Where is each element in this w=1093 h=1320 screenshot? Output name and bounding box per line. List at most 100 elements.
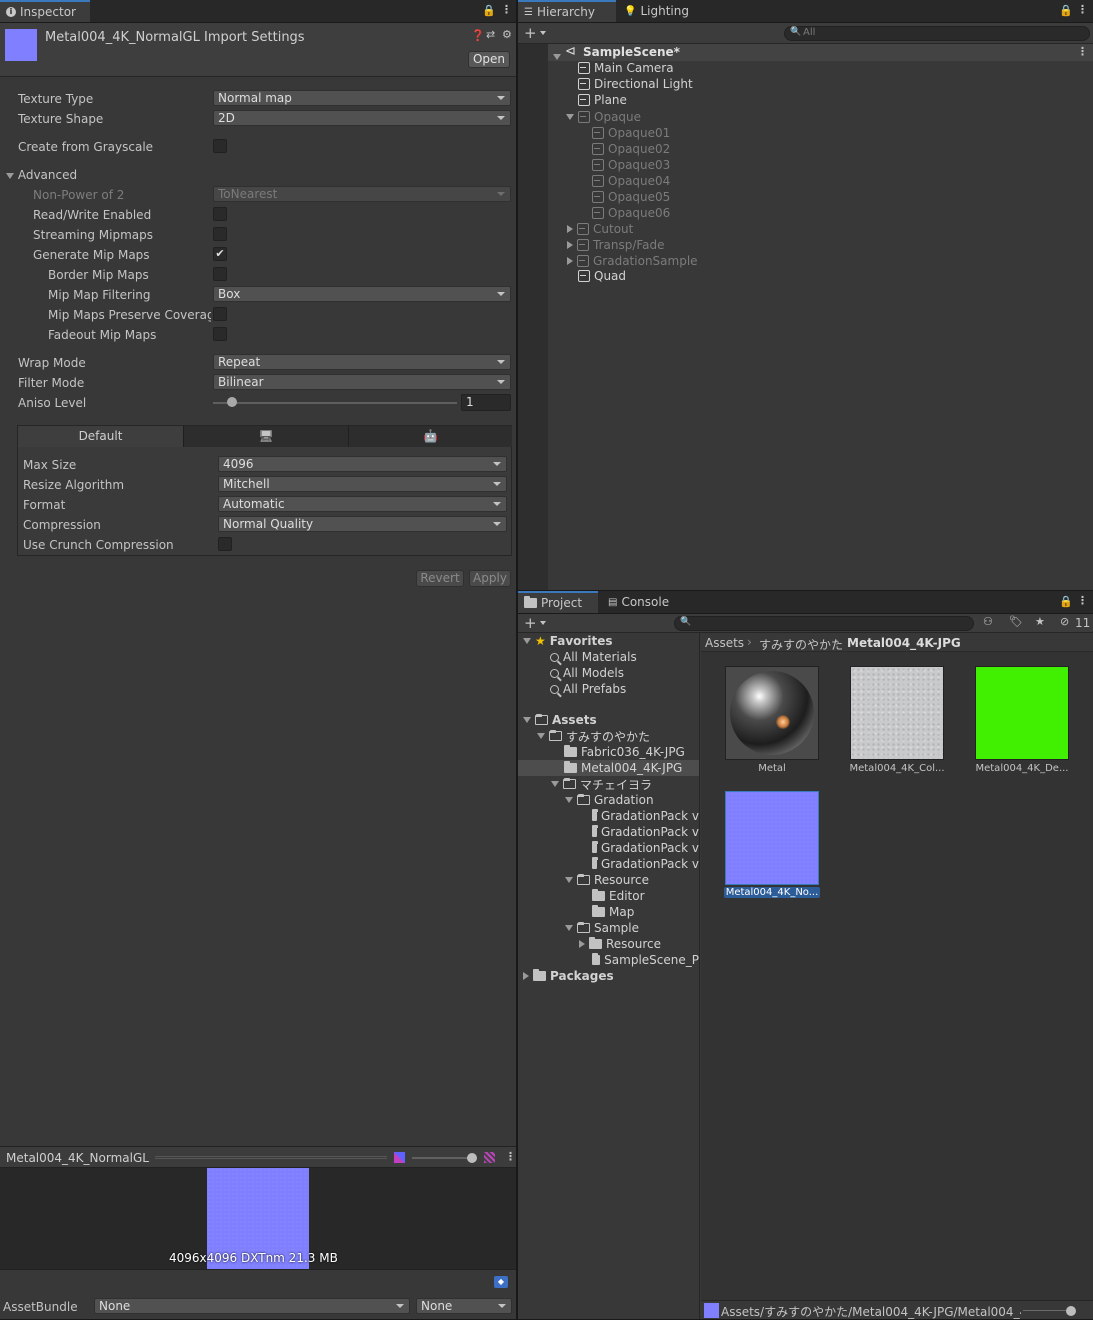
settings-gear-icon[interactable]: ⚙ [502,28,512,41]
rgb-channel-icon[interactable] [394,1152,405,1163]
help-icon[interactable]: ❓ [471,29,485,42]
mip-slider-thumb[interactable] [467,1153,477,1163]
thumb-size-slider-track[interactable] [1023,1310,1071,1311]
hierarchy-item-quad[interactable]: Quad [578,268,626,284]
scene-row[interactable]: ⊲ SampleScene* ⋮ [548,44,1093,61]
hierarchy-item-opaque02[interactable]: Opaque02 [592,141,670,157]
hierarchy-item-opaque03[interactable]: Opaque03 [592,157,670,173]
hierarchy-item-opaque04[interactable]: Opaque04 [592,173,670,189]
hierarchy-item-opaque01[interactable]: Opaque01 [592,125,670,141]
tree-samplescene-p[interactable]: SampleScene_P [592,952,699,968]
foldout-closed-icon[interactable] [579,940,585,948]
texture-type-dropdown[interactable]: Normal map [213,90,511,106]
foldout-closed-icon[interactable] [567,257,573,265]
tree-gradation[interactable]: Gradation [565,792,654,808]
search-by-label-icon[interactable]: 🏷 [1009,615,1023,628]
platform-tab-android[interactable]: 🤖 [348,426,512,447]
mip-slider-track[interactable] [412,1157,474,1159]
create-plus-icon[interactable]: + [524,614,537,632]
foldout-closed-icon[interactable] [567,225,573,233]
compression-dropdown[interactable]: Normal Quality [218,516,507,532]
breadcrumb-current[interactable]: Metal004_4K-JPG [847,636,961,650]
tab-inspector[interactable]: i Inspector [0,0,90,22]
lock-icon[interactable]: 🔒 [482,4,496,17]
apply-button[interactable]: Apply [469,570,511,587]
thumb-size-slider-thumb[interactable] [1066,1306,1076,1316]
preview-menu-icon[interactable]: ⋮ [505,1150,516,1163]
tree-gradationpack-3[interactable]: GradationPack v [592,840,699,856]
create-dropdown-icon[interactable] [540,621,546,625]
tree-fav-all-models[interactable]: All Models [550,665,624,681]
hierarchy-item-main-camera[interactable]: Main Camera [578,60,674,76]
aniso-slider-thumb[interactable] [227,397,237,407]
asset-thumb-normal-selected[interactable] [725,791,819,885]
hierarchy-item-gradation-sample[interactable]: GradationSample [567,253,698,269]
hierarchy-item-plane[interactable]: Plane [578,92,627,108]
foldout-open-icon[interactable] [523,717,531,723]
foldout-open-icon[interactable] [551,781,559,787]
create-from-grayscale-checkbox[interactable] [213,139,227,153]
platform-tab-standalone[interactable]: 🖥 [183,426,348,447]
hidden-packages-icon[interactable]: ⊘ [1060,615,1069,628]
add-dropdown-icon[interactable] [540,31,546,35]
foldout-open-icon[interactable] [523,638,531,644]
hierarchy-menu-icon[interactable]: ⋮ [1077,3,1088,16]
open-button[interactable]: Open [468,51,510,68]
alpha-channel-icon[interactable] [484,1152,495,1163]
hierarchy-item-opaque05[interactable]: Opaque05 [592,189,670,205]
hierarchy-item-opaque[interactable]: Opaque [566,109,641,125]
tree-fav-all-materials[interactable]: All Materials [550,649,637,665]
assetbundle-dropdown[interactable]: None [94,1298,410,1314]
foldout-open-icon[interactable] [565,797,573,803]
tree-packages[interactable]: Packages [523,968,614,984]
asset-thumb-displacement[interactable] [975,666,1069,760]
asset-thumb-metal[interactable] [725,666,819,760]
foldout-open-icon[interactable] [537,733,545,739]
tree-favorites[interactable]: ★ Favorites [523,633,612,649]
tree-sample-resource[interactable]: Resource [579,936,661,952]
hierarchy-item-directional-light[interactable]: Directional Light [578,76,693,92]
scene-foldout-icon[interactable] [553,49,561,63]
search-by-type-icon[interactable]: ⚇ [983,615,993,628]
filter-mode-dropdown[interactable]: Bilinear [213,374,511,390]
max-size-dropdown[interactable]: 4096 [218,456,507,472]
tree-machieiyora[interactable]: マチェイヨラ [551,776,652,792]
crunch-compression-checkbox[interactable] [218,537,232,551]
resize-algorithm-dropdown[interactable]: Mitchell [218,476,507,492]
streaming-mipmaps-checkbox[interactable] [213,227,227,241]
tree-assets[interactable]: Assets [523,712,597,728]
asset-thumb-color[interactable] [850,666,944,760]
tab-project[interactable]: Project [518,591,598,613]
generate-mipmaps-checkbox[interactable]: ✔ [213,247,227,261]
tree-metal004[interactable]: Metal004_4K-JPG [564,760,682,776]
tab-lighting[interactable]: 💡 Lighting [618,0,698,22]
foldout-open-icon[interactable] [565,925,573,931]
assetbundle-variant-dropdown[interactable]: None [416,1298,512,1314]
tree-fav-all-prefabs[interactable]: All Prefabs [550,681,626,697]
format-dropdown[interactable]: Automatic [218,496,507,512]
foldout-closed-icon[interactable] [567,241,573,249]
tab-console[interactable]: ▤ Console [602,591,682,613]
tree-gradationpack-2[interactable]: GradationPack v [592,824,699,840]
project-menu-icon[interactable]: ⋮ [1077,594,1088,607]
breadcrumb-assets[interactable]: Assets [705,636,744,650]
tree-resource[interactable]: Resource [565,872,649,888]
foldout-open-icon[interactable] [565,877,573,883]
preset-icon[interactable]: ⇄ [486,28,495,41]
preserve-coverage-checkbox[interactable] [213,307,227,321]
scene-menu-icon[interactable]: ⋮ [1077,45,1088,58]
hierarchy-item-cutout[interactable]: Cutout [567,221,633,237]
hierarchy-item-transp-fade[interactable]: Transp/Fade [567,237,665,253]
project-search-input[interactable]: 🔍 [674,616,974,631]
fadeout-checkbox[interactable] [213,327,227,341]
tab-hierarchy[interactable]: ☰ Hierarchy [518,0,616,22]
revert-button[interactable]: Revert [416,570,464,587]
foldout-open-icon[interactable] [566,114,574,120]
wrap-mode-dropdown[interactable]: Repeat [213,354,511,370]
add-plus-icon[interactable]: + [524,24,537,42]
aniso-value-field[interactable]: 1 [461,394,511,411]
preview-drag-handle[interactable] [155,1156,387,1159]
hierarchy-search-input[interactable]: 🔍 All [784,26,1090,41]
hierarchy-lock-icon[interactable]: 🔒 [1059,4,1073,17]
advanced-foldout[interactable]: Advanced [6,168,77,182]
